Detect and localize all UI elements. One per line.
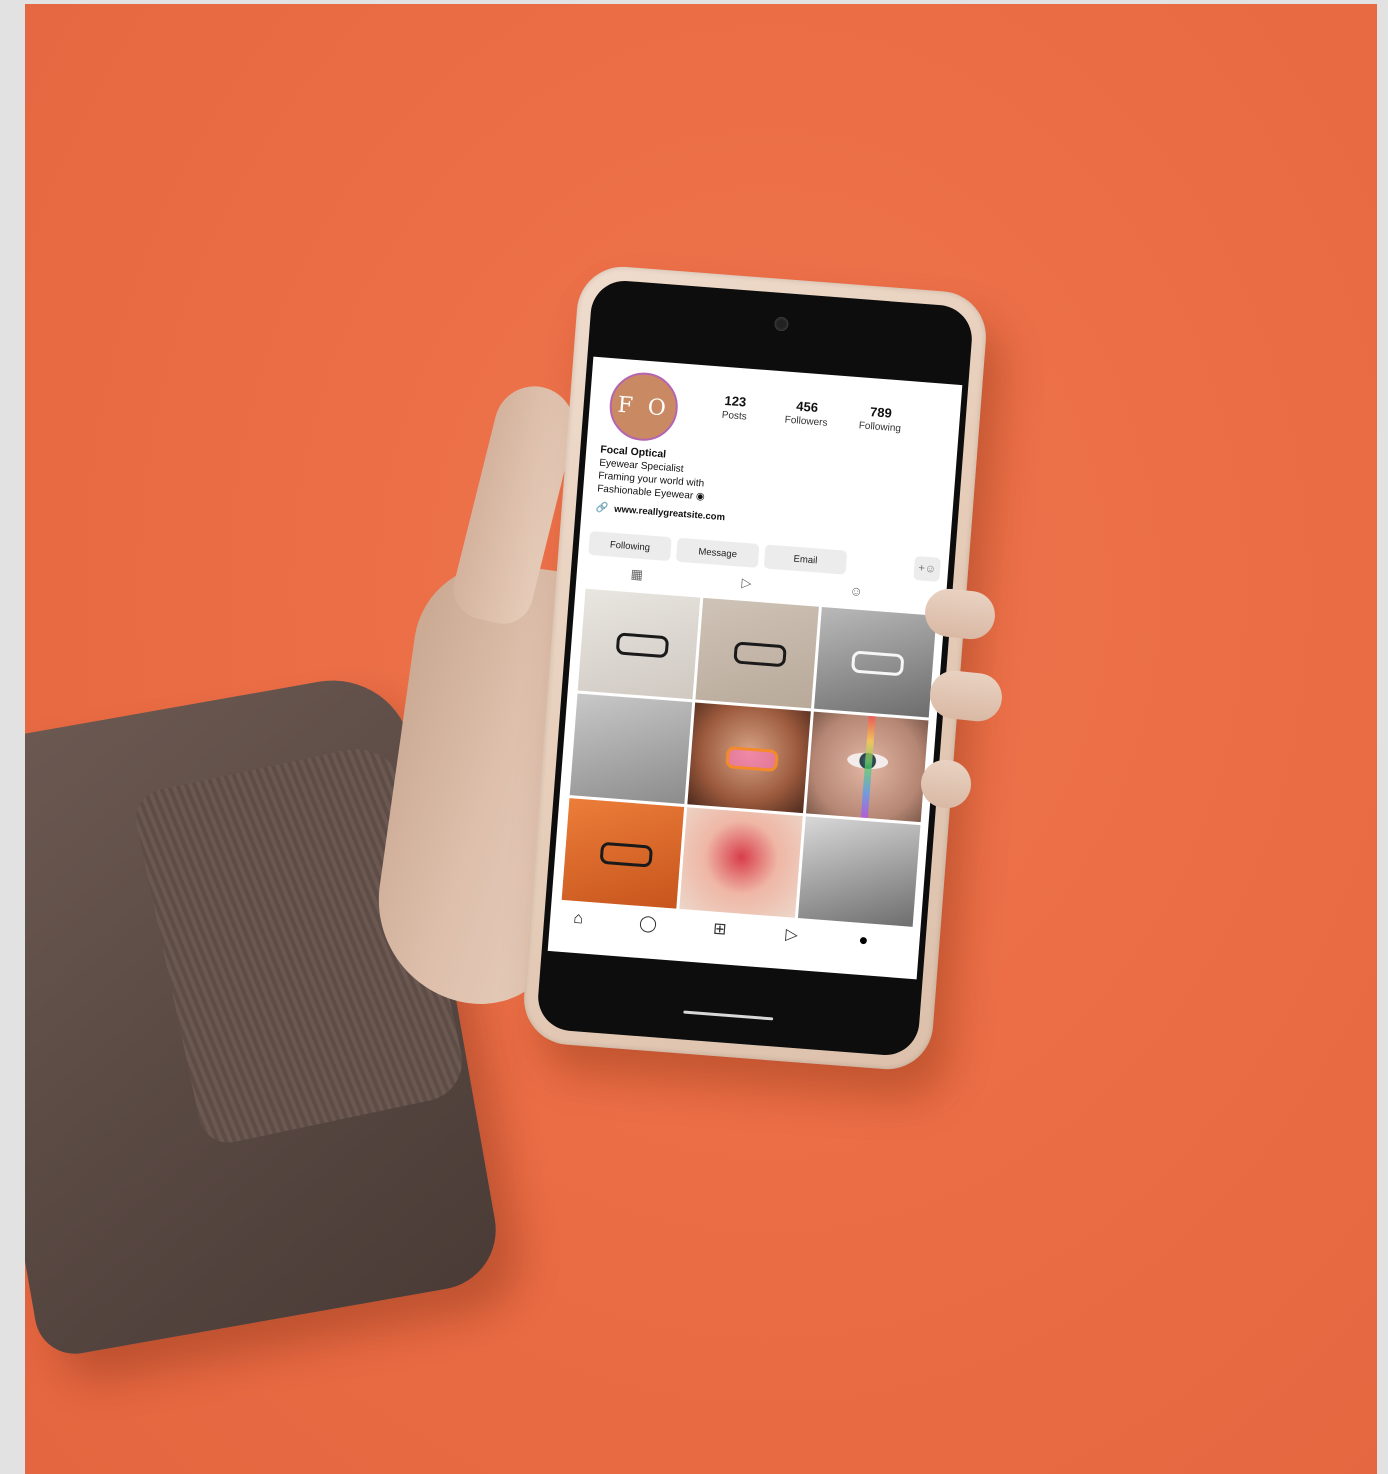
stat-followers[interactable]: 456 Followers xyxy=(771,397,843,430)
post-thumbnail[interactable] xyxy=(797,816,921,927)
post-thumbnail[interactable] xyxy=(695,597,819,709)
reels-nav-icon[interactable]: ▷ xyxy=(779,923,805,949)
grid-icon[interactable]: ▦ xyxy=(616,565,657,584)
post-thumbnail[interactable] xyxy=(561,798,685,909)
search-icon[interactable]: ◯ xyxy=(635,912,661,938)
glasses-shape xyxy=(725,745,779,773)
home-indicator[interactable] xyxy=(683,1010,774,1021)
glasses-shape xyxy=(615,632,669,659)
front-camera-icon xyxy=(773,316,789,332)
post-thumbnail[interactable] xyxy=(569,693,693,805)
stat-following[interactable]: 789 Following xyxy=(845,402,917,435)
post-thumbnail[interactable] xyxy=(577,588,701,700)
photo-scene: F O 123 Posts 456 Followers 789 Followin… xyxy=(25,4,1377,1474)
avatar[interactable]: F O xyxy=(607,370,681,444)
post-thumbnail[interactable] xyxy=(805,711,929,823)
post-thumbnail[interactable] xyxy=(679,807,803,918)
profile-icon[interactable]: ● xyxy=(850,928,876,954)
email-button[interactable]: Email xyxy=(763,544,848,575)
tagged-icon[interactable]: ☺ xyxy=(836,582,877,600)
post-thumbnail[interactable] xyxy=(687,702,811,814)
create-icon[interactable]: ⊞ xyxy=(707,917,733,943)
link-icon: 🔗 xyxy=(595,502,609,515)
following-button[interactable]: Following xyxy=(588,530,672,562)
home-icon[interactable]: ⌂ xyxy=(565,906,591,932)
post-thumbnail[interactable] xyxy=(813,606,937,718)
post-grid xyxy=(561,588,937,927)
add-person-icon[interactable]: +☺ xyxy=(913,555,941,582)
glasses-shape xyxy=(599,841,653,868)
reels-icon[interactable]: ▷ xyxy=(726,574,767,593)
stat-posts[interactable]: 123 Posts xyxy=(699,391,771,424)
glasses-shape xyxy=(851,650,905,677)
avatar-initials: F O xyxy=(616,392,671,422)
message-button[interactable]: Message xyxy=(675,537,760,568)
website-text: www.reallygreatsite.com xyxy=(613,503,726,524)
phone-screen: F O 123 Posts 456 Followers 789 Followin… xyxy=(547,356,963,980)
phone-bezel: F O 123 Posts 456 Followers 789 Followin… xyxy=(535,278,975,1058)
phone-device: F O 123 Posts 456 Followers 789 Followin… xyxy=(520,263,990,1073)
glasses-shape xyxy=(733,641,787,668)
